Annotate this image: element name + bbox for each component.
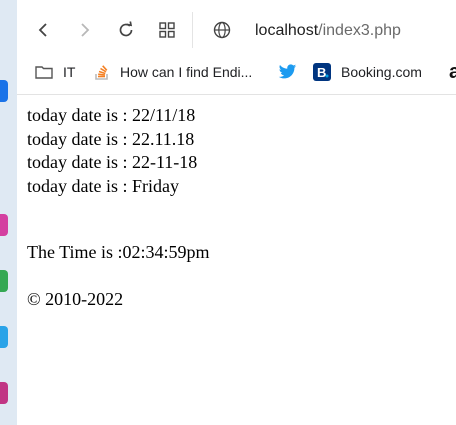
taskbar-app-icon[interactable] — [0, 326, 8, 348]
date-line-dot: today date is : 22.11.18 — [27, 128, 195, 149]
taskbar-app-icon[interactable] — [0, 382, 8, 404]
reload-button[interactable] — [112, 16, 140, 44]
bookmark-amazon[interactable]: a — [449, 61, 456, 83]
back-arrow-icon — [38, 23, 47, 37]
address-bar[interactable]: localhost/index3.php — [255, 21, 401, 41]
taskbar-app-icon[interactable] — [0, 270, 8, 292]
time-text: The Time is :02:34:59pm — [27, 242, 210, 262]
toolbar-divider — [192, 12, 193, 48]
bookmark-label: How can I find Endi... — [120, 64, 253, 80]
url-host: localhost — [255, 22, 319, 39]
reload-icon — [119, 21, 133, 37]
forward-arrow-icon — [81, 23, 90, 37]
url-path: /index3.php — [318, 22, 401, 39]
bookmark-twitter[interactable] — [278, 61, 307, 83]
date-line-slash: today date is : 22/11/18 — [27, 105, 196, 125]
desktop-taskbar-strip — [0, 0, 17, 425]
bookmark-stackoverflow[interactable]: How can I find Endi... — [94, 61, 252, 83]
twitter-icon — [278, 64, 297, 80]
tab-actions-button[interactable] — [153, 16, 181, 44]
date-line-day: today date is : Friday — [27, 175, 179, 196]
bookmark-label: Booking.com — [341, 64, 422, 80]
bookmark-it-folder[interactable]: IT — [35, 61, 75, 83]
back-button[interactable] — [29, 16, 57, 44]
booking-icon: B — [313, 63, 331, 81]
svg-text:B: B — [317, 65, 326, 80]
globe-icon — [213, 21, 231, 39]
taskbar-app-icon[interactable] — [0, 214, 8, 236]
stackoverflow-icon — [94, 63, 110, 81]
forward-button[interactable] — [71, 16, 99, 44]
bookmark-label: IT — [63, 64, 76, 80]
grid-icon — [159, 22, 175, 38]
amazon-icon: a — [449, 60, 456, 83]
page-body: today date is : 22/11/18 today date is :… — [27, 104, 197, 198]
copyright-text: © 2010-2022 — [27, 289, 124, 309]
browser-toolbar: localhost/index3.php IT How can I find E… — [17, 0, 456, 95]
bookmark-booking[interactable]: B Booking.com — [313, 61, 422, 83]
taskbar-app-icon[interactable] — [0, 80, 8, 102]
site-info-button[interactable] — [213, 21, 231, 39]
date-line-dash: today date is : 22-11-18 — [27, 152, 198, 172]
folder-icon — [35, 65, 53, 79]
